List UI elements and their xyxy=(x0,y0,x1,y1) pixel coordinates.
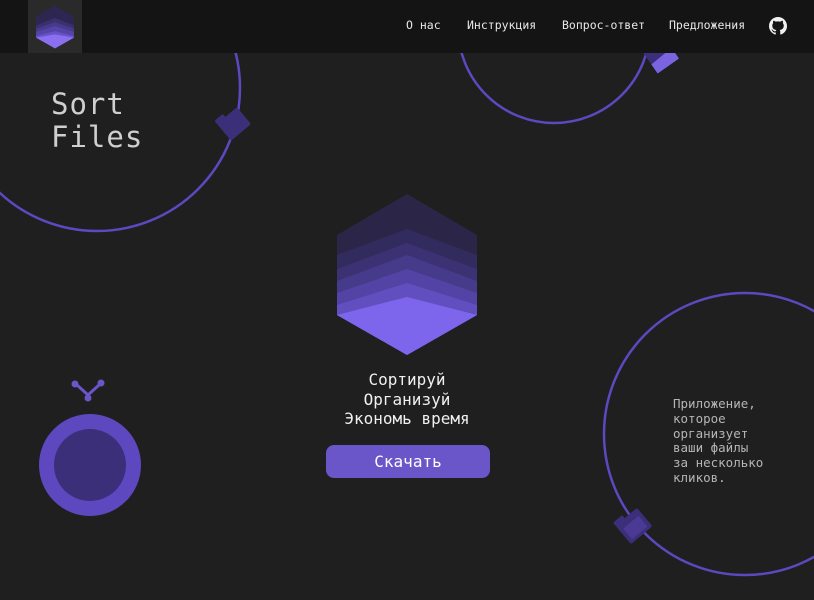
brand-title-line: Sort xyxy=(51,87,125,121)
description-line: ваши файлы xyxy=(673,440,749,456)
layered-hexagon-icon xyxy=(337,194,477,355)
cube-logo-icon xyxy=(36,5,74,48)
description-line: за несколько xyxy=(673,455,764,471)
description-line: которое xyxy=(673,410,726,426)
nav-link-instructions[interactable]: Инструкция xyxy=(467,18,536,32)
description-line: Приложение, xyxy=(673,396,756,411)
github-icon[interactable] xyxy=(769,17,787,35)
nav-link-about[interactable]: О нас xyxy=(406,18,441,32)
folder-icon xyxy=(613,508,652,544)
decor-disc-inner xyxy=(54,429,126,501)
nav-link-suggestions[interactable]: Предложения xyxy=(669,18,745,32)
app-description: Приложение, которое организует ваши файл… xyxy=(673,396,803,486)
page: О нас Инструкция Вопрос-ответ Предложени… xyxy=(0,0,814,600)
tagline-line: Сортируй xyxy=(368,370,446,389)
description-line: организует xyxy=(673,425,749,441)
description-line: кликов. xyxy=(673,469,726,485)
git-branch-icon xyxy=(71,379,105,402)
folder-icon xyxy=(215,108,251,140)
home-logo-button[interactable] xyxy=(28,0,82,53)
tagline-line: Экономь время xyxy=(344,409,470,428)
top-nav-bar: О нас Инструкция Вопрос-ответ Предложени… xyxy=(0,0,814,53)
download-button[interactable]: Скачать xyxy=(326,445,490,478)
tagline-line: Организуй xyxy=(363,389,451,409)
hero-tagline: Сортируй Организуй Экономь время xyxy=(307,370,507,429)
nav-link-faq[interactable]: Вопрос-ответ xyxy=(562,18,645,32)
brand-title-line: Files xyxy=(51,120,144,154)
brand-title: Sort Files xyxy=(51,88,143,154)
